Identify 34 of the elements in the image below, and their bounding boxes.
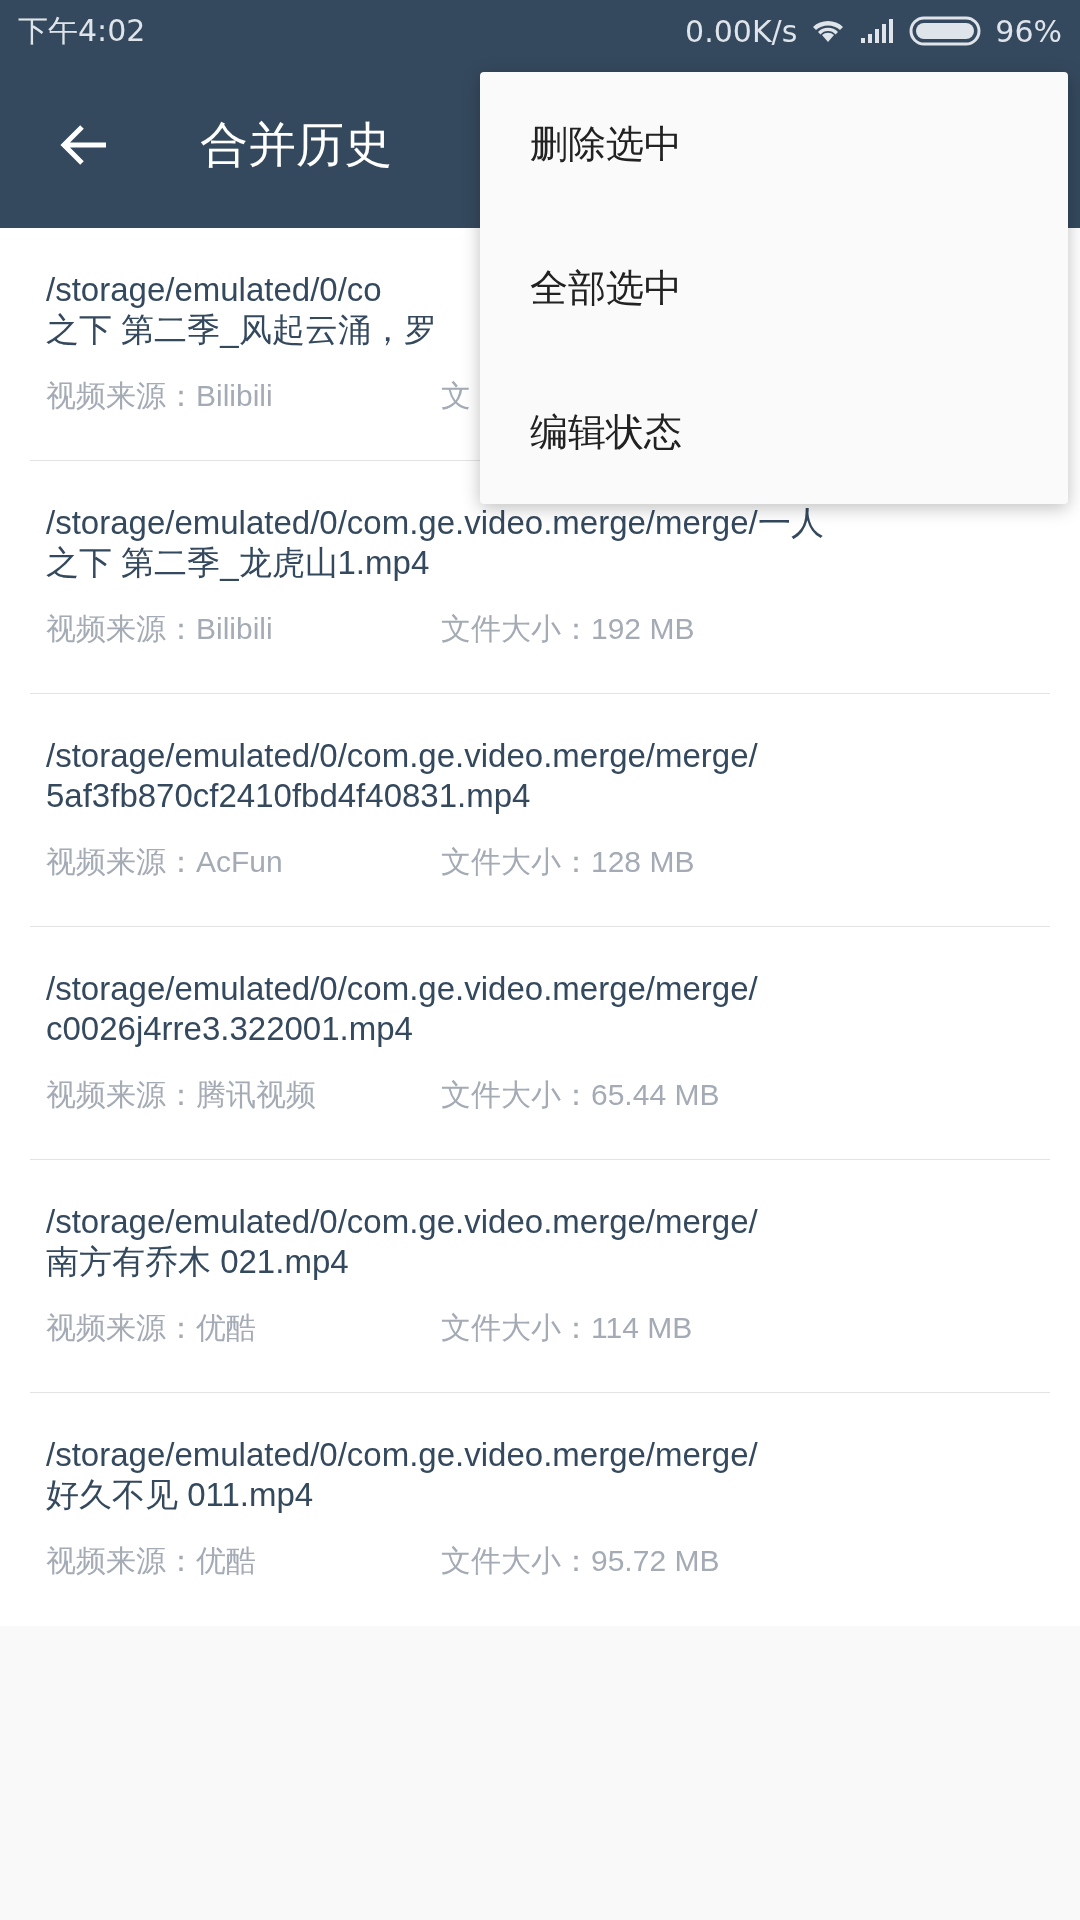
file-path: c0026j4rre3.322001.mp4 bbox=[46, 1009, 413, 1049]
file-size: 文件大小：95.72 MB bbox=[441, 1543, 720, 1579]
file-path: /storage/emulated/0/com.ge.video.merge/merge/一人 bbox=[46, 503, 824, 543]
file-path: 5af3fb870cf2410fbd4f40831.mp4 bbox=[46, 776, 531, 816]
file-path: 之下 第二季_风起云涌，罗 bbox=[46, 310, 437, 350]
signal-icon bbox=[859, 18, 896, 44]
file-path: /storage/emulated/0/co bbox=[46, 270, 382, 310]
network-speed: 0.00K/s bbox=[685, 13, 798, 49]
file-path: /storage/emulated/0/com.ge.video.merge/merge/ bbox=[46, 969, 758, 1009]
toolbar-title: 合并历史 bbox=[200, 115, 392, 174]
battery-icon bbox=[909, 16, 982, 46]
video-source: 视频来源：Bilibili bbox=[46, 612, 273, 645]
file-size: 文件大小：192 MB bbox=[441, 611, 695, 647]
menu-item[interactable]: 删除选中 bbox=[480, 72, 1068, 216]
video-source: 视频来源：优酷 bbox=[46, 1311, 256, 1344]
file-path: 南方有乔木 021.mp4 bbox=[46, 1242, 349, 1282]
file-path: 好久不见 011.mp4 bbox=[46, 1475, 314, 1515]
status-time: 下午4:02 bbox=[18, 11, 146, 50]
file-path: /storage/emulated/0/com.ge.video.merge/merge/ bbox=[46, 1435, 758, 1475]
file-size: 文 bbox=[441, 378, 471, 414]
file-path: /storage/emulated/0/com.ge.video.merge/merge/ bbox=[46, 736, 758, 776]
battery-percent: 96% bbox=[995, 13, 1062, 49]
file-size: 文件大小：65.44 MB bbox=[441, 1077, 720, 1113]
video-source: 视频来源：优酷 bbox=[46, 1544, 256, 1577]
file-size: 文件大小：114 MB bbox=[441, 1310, 693, 1346]
menu-item[interactable]: 编辑状态 bbox=[480, 360, 1068, 504]
file-size: 文件大小：128 MB bbox=[441, 844, 695, 880]
file-path: /storage/emulated/0/com.ge.video.merge/merge/ bbox=[46, 1202, 758, 1242]
menu-item[interactable]: 全部选中 bbox=[480, 216, 1068, 360]
video-source: 视频来源：Bilibili bbox=[46, 379, 273, 412]
wifi-icon bbox=[811, 18, 846, 44]
file-path: 之下 第二季_龙虎山1.mp4 bbox=[46, 543, 430, 583]
video-source: 视频来源：腾讯视频 bbox=[46, 1078, 316, 1111]
video-source: 视频来源：AcFun bbox=[46, 845, 283, 878]
